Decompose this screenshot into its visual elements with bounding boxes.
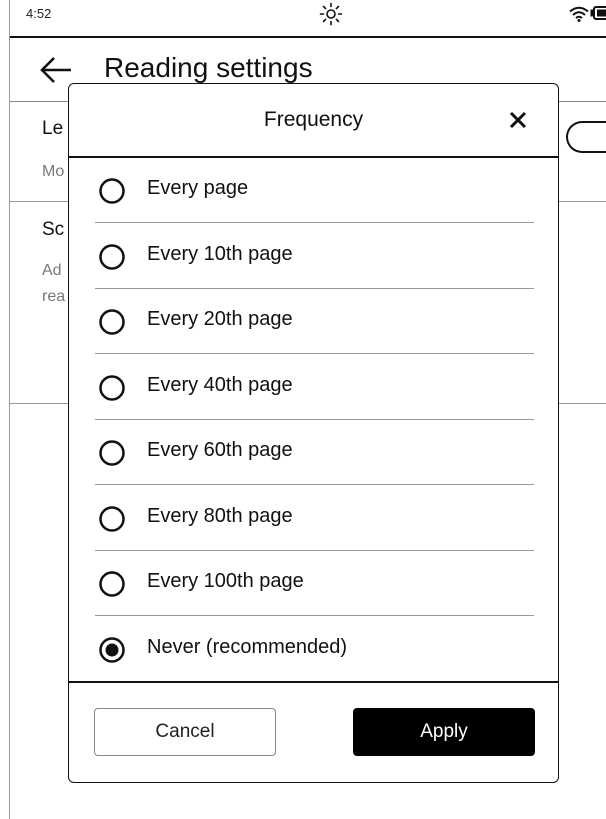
- radio-unselected-icon[interactable]: [99, 440, 125, 466]
- close-x-icon[interactable]: [506, 108, 530, 132]
- frequency-option[interactable]: Every 20th page: [95, 289, 534, 354]
- frequency-option[interactable]: Every 40th page: [95, 355, 534, 420]
- radio-selected-icon[interactable]: [99, 636, 125, 663]
- status-bar: 4:52: [10, 0, 606, 36]
- status-time: 4:52: [26, 6, 52, 21]
- frequency-option-label: Every 20th page: [147, 308, 293, 330]
- arrow-left-icon[interactable]: [38, 55, 74, 85]
- frontlight-sun-icon[interactable]: [319, 2, 343, 26]
- dialog-footer-divider: [69, 681, 558, 683]
- radio-unselected-icon[interactable]: [99, 178, 125, 204]
- device-frame-edge: [9, 0, 10, 819]
- apply-button[interactable]: Apply: [353, 708, 535, 756]
- battery-icon[interactable]: [590, 6, 606, 20]
- frequency-option[interactable]: Every 60th page: [95, 420, 534, 485]
- frequency-option-label: Every 10th page: [147, 242, 293, 265]
- frequency-option[interactable]: Every 80th page: [95, 486, 534, 551]
- frequency-option-label: Never (recommended): [147, 635, 348, 658]
- frequency-option-label: Every 60th page: [147, 439, 293, 461]
- frequency-option[interactable]: Never (recommended): [95, 617, 534, 682]
- frequency-option-label: Every 100th page: [147, 570, 304, 592]
- page-title: Reading settings: [104, 52, 313, 83]
- frequency-option-label: Every 40th page: [147, 373, 293, 396]
- frequency-option[interactable]: Every page: [95, 158, 534, 223]
- bg-setting-1-subtitle: Mo: [42, 163, 65, 180]
- bg-setting-1-title: Le: [42, 118, 64, 139]
- bg-setting-1-toggle[interactable]: [566, 121, 606, 153]
- radio-unselected-icon[interactable]: [99, 309, 125, 335]
- bg-setting-2-subtitle-line1: Ad: [42, 262, 62, 279]
- radio-unselected-icon[interactable]: [99, 505, 125, 532]
- dialog-title: Frequency: [263, 108, 364, 131]
- frequency-option-label: Every 80th page: [147, 504, 293, 527]
- wifi-icon[interactable]: [569, 6, 589, 22]
- radio-unselected-icon[interactable]: [99, 374, 125, 401]
- radio-unselected-icon[interactable]: [99, 571, 125, 597]
- bg-setting-2-subtitle-line2: rea: [42, 288, 66, 305]
- frequency-dialog: Frequency Every page Every 10th page Every…: [68, 83, 559, 783]
- frequency-option-label: Every page: [147, 177, 249, 199]
- status-bar-divider: [10, 36, 606, 38]
- bg-setting-2-title: Sc: [42, 219, 65, 240]
- frequency-option[interactable]: Every 100th page: [95, 551, 534, 616]
- radio-unselected-icon[interactable]: [99, 243, 125, 270]
- cancel-button[interactable]: Cancel: [94, 708, 276, 756]
- frequency-option[interactable]: Every 10th page: [95, 224, 534, 289]
